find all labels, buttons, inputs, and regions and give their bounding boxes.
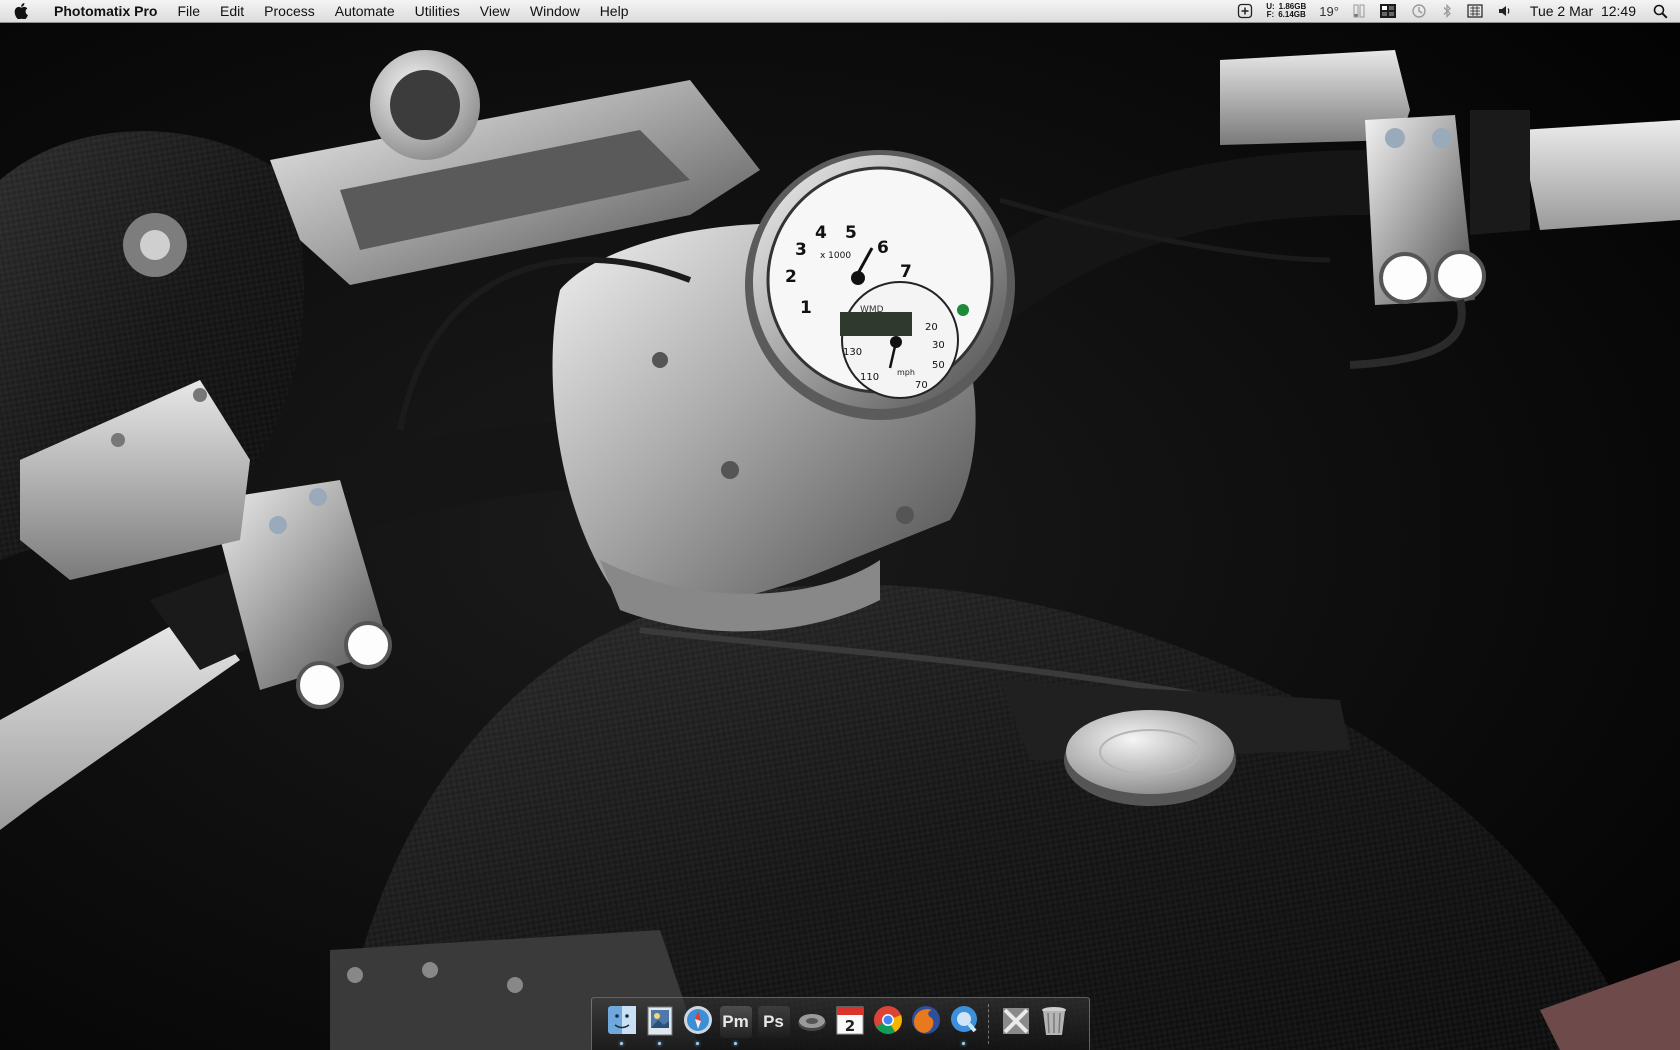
menubar-clock[interactable]: Tue 2 Mar 12:49 — [1520, 0, 1646, 22]
chrome-icon — [873, 1006, 902, 1034]
cpu-meter-icon — [1353, 4, 1365, 18]
menu-file[interactable]: File — [167, 0, 210, 22]
quicktime-icon — [950, 1006, 977, 1033]
svg-text:4: 4 — [815, 223, 827, 243]
svg-text:3: 3 — [795, 240, 807, 260]
svg-text:20: 20 — [925, 322, 938, 333]
dock-item-safari[interactable] — [680, 1002, 715, 1046]
input-menu[interactable] — [1460, 0, 1490, 22]
bluetooth-menu[interactable] — [1434, 0, 1460, 22]
status-area: U: 1.86GB F: 6.14GB 19° Tue 2 Mar 12:49 — [1230, 0, 1680, 22]
apple-menu[interactable] — [0, 0, 42, 22]
cpu-monitor[interactable] — [1346, 0, 1372, 22]
dock: Pm Ps 2 — [591, 997, 1090, 1050]
volume-menu[interactable] — [1490, 0, 1520, 22]
bluetooth-icon — [1443, 3, 1451, 19]
photoshop-icon: Ps — [757, 1006, 790, 1038]
speed-unit-label: mph — [897, 368, 915, 377]
menu-utilities[interactable]: Utilities — [405, 0, 470, 22]
menu-edit[interactable]: Edit — [210, 0, 254, 22]
running-indicator — [620, 1042, 623, 1045]
dock-item-firefox[interactable] — [908, 1002, 943, 1046]
dock-item-photomatix[interactable]: Pm — [718, 1002, 753, 1046]
temperature-readout[interactable]: 19° — [1312, 0, 1346, 22]
speaker-volume-icon — [1498, 6, 1510, 16]
menu-process[interactable]: Process — [254, 0, 325, 22]
speaker-icon — [797, 1014, 826, 1031]
svg-text:30: 30 — [932, 340, 945, 351]
app-menu[interactable]: Photomatix Pro — [42, 0, 167, 22]
svg-text:6: 6 — [877, 238, 889, 258]
svg-text:50: 50 — [932, 360, 945, 371]
dock-item-finder[interactable] — [604, 1002, 639, 1046]
time-machine-icon — [1412, 4, 1426, 18]
running-indicator — [962, 1042, 965, 1045]
tach-multiplier-label: x 1000 — [820, 251, 851, 261]
preview-icon — [647, 1006, 672, 1036]
running-indicator — [696, 1042, 699, 1045]
spaces-icon — [1379, 4, 1396, 18]
menu-window[interactable]: Window — [520, 0, 590, 22]
motorcycle-handlebar-wallpaper: 1 2 3 4 5 6 7 x 1000 WMD 20 30 50 70 110… — [0, 22, 1680, 1050]
svg-text:1: 1 — [800, 298, 812, 318]
calendar-icon: 2 — [836, 1006, 863, 1035]
time-machine-menu[interactable] — [1404, 0, 1434, 22]
dock-item-photoshop[interactable]: Ps — [756, 1002, 791, 1046]
svg-text:7: 7 — [900, 262, 912, 282]
dock-item-quicktime[interactable] — [946, 1002, 981, 1046]
keyboard-viewer-icon — [1467, 4, 1483, 18]
menu-help[interactable]: Help — [590, 0, 639, 22]
trash-icon — [1041, 1007, 1066, 1035]
running-indicator — [734, 1042, 737, 1045]
dock-item-chrome[interactable] — [870, 1002, 905, 1046]
spotlight-button[interactable] — [1646, 0, 1680, 22]
spaces-switcher[interactable] — [1372, 0, 1404, 22]
svg-text:5: 5 — [845, 223, 857, 243]
menu-view[interactable]: View — [470, 0, 520, 22]
mem-free-value: 6.14GB — [1278, 10, 1306, 19]
dock-separator — [988, 1004, 991, 1044]
calendar-date: 2 — [844, 1017, 854, 1035]
gauge-brand-label: WMD — [860, 305, 884, 315]
svg-text:130: 130 — [843, 347, 862, 358]
running-indicator — [658, 1042, 661, 1045]
add-menu-extra[interactable] — [1230, 0, 1260, 22]
memory-monitor[interactable]: U: 1.86GB F: 6.14GB — [1260, 0, 1312, 22]
menu-bar: Photomatix Pro File Edit Process Automat… — [0, 0, 1680, 23]
svg-text:2: 2 — [785, 267, 797, 287]
safari-icon — [683, 1006, 712, 1034]
photomatix-icon: Pm — [719, 1006, 752, 1038]
svg-text:110: 110 — [860, 372, 879, 383]
menu-automate[interactable]: Automate — [325, 0, 405, 22]
firefox-icon — [911, 1006, 940, 1034]
plus-box-icon — [1238, 3, 1253, 19]
finder-icon — [607, 1006, 636, 1034]
apple-icon — [14, 3, 28, 19]
mem-free-label: F: — [1266, 10, 1275, 19]
dock-item-trash[interactable] — [1036, 1002, 1071, 1046]
svg-text:70: 70 — [915, 380, 928, 391]
spotlight-search-icon — [1653, 4, 1668, 19]
stack-icon — [1002, 1008, 1029, 1034]
dock-item-speaker[interactable] — [794, 1002, 829, 1046]
dock-item-ical[interactable]: 2 — [832, 1002, 867, 1046]
dock-item-applications[interactable] — [998, 1002, 1033, 1046]
dock-item-preview[interactable] — [642, 1002, 677, 1046]
